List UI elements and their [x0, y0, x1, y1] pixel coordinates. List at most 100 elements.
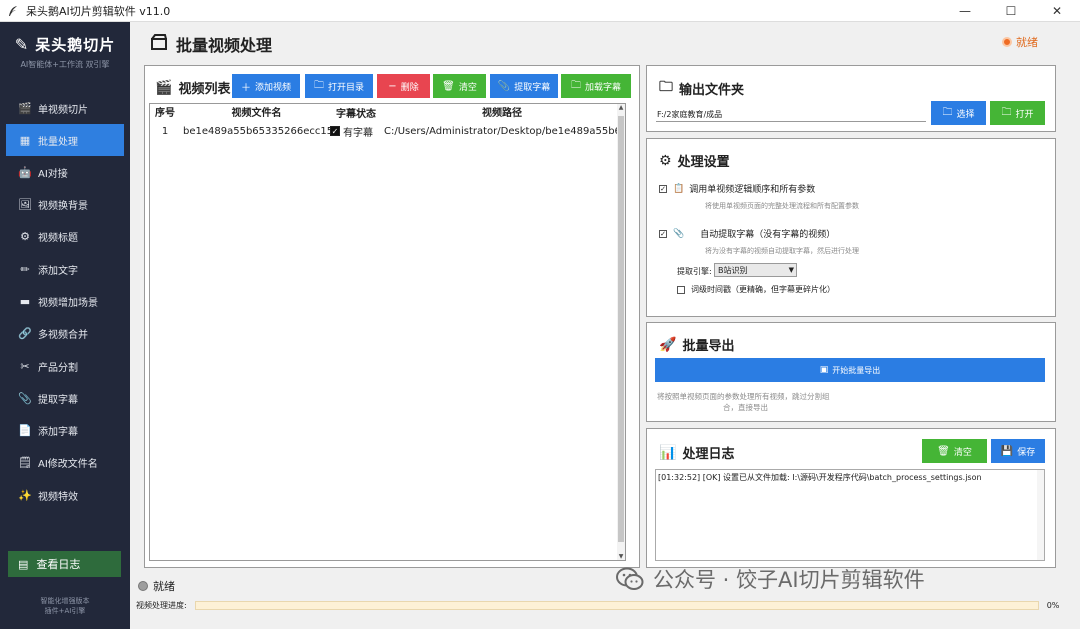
brand-logo: ✎ 呆头鹅切片 [15, 34, 115, 55]
sidebar-item-label: 视频换背景 [38, 201, 88, 213]
bottom-status: 就绪 [138, 578, 175, 594]
export-hint-line1: 将按照单视频页面的参数处理所有视频，跳过分割组 [657, 392, 830, 401]
brand: ✎ 呆头鹅切片 AI智能体+工作流 双引擎 [0, 34, 130, 70]
clapper-small-icon: 🎬 [155, 79, 173, 96]
robot-icon: 🤖 [18, 165, 32, 179]
page-title: 批量视频处理 [150, 32, 272, 56]
log-panel: 📊 处理日志 🗑 清空 💾 保存 [01:32:52] [OK] 设置已从文件加载:… [646, 428, 1056, 568]
log-title-text: 处理日志 [682, 447, 735, 462]
plus-icon: ＋ [240, 82, 251, 94]
export-hint-line2: 合，直接导出 [723, 403, 768, 412]
maximize-button[interactable]: ☐ [988, 0, 1034, 22]
log-output[interactable]: [01:32:52] [OK] 设置已从文件加载: I:\源码\开发程序代码\b… [655, 469, 1045, 561]
option-word-timestamp[interactable]: 词级时间戳（更精确，但字幕更碎片化） [677, 284, 835, 295]
add-video-button[interactable]: ＋添加视频 [232, 74, 300, 98]
scroll-up-icon[interactable]: ▲ [617, 104, 625, 111]
close-button[interactable]: ✕ [1034, 0, 1080, 22]
export-title-text: 批量导出 [682, 339, 735, 354]
view-log-button[interactable]: ▤ 查看日志 [8, 551, 121, 577]
sidebar-item-12[interactable]: ✨ 视频特效 [0, 479, 130, 511]
sidebar-item-7[interactable]: 🔗 多视频合并 [0, 318, 130, 350]
option-auto-extract-label: 自动提取字幕（没有字幕的视频） [700, 230, 836, 240]
progress-bar [194, 601, 1039, 610]
sidebar-item-label: 添加字幕 [38, 427, 78, 439]
attach-icon: 📎 [18, 391, 32, 405]
progress-row: 视频处理进度: 0% [136, 600, 1066, 611]
trash-icon: 🗑 [442, 80, 455, 92]
watermark: 公众号 · 饺子AI切片剪辑软件 [615, 564, 925, 594]
extract-subtitle-label: 提取字幕 [514, 82, 551, 93]
col-subtitle-status: 字幕状态 [336, 108, 376, 120]
checkbox-auto-extract[interactable]: ✓ [659, 229, 667, 238]
log-scrollbar[interactable] [1037, 470, 1044, 560]
output-folder-title: 🗀 输出文件夹 [659, 76, 744, 100]
pen-icon: ✏ [20, 262, 30, 276]
scissors-icon: ✂ [20, 359, 30, 373]
sidebar-item-1[interactable]: ▦ 批量处理 [6, 124, 124, 157]
sidebar-item-10[interactable]: 📄 添加字幕 [0, 415, 130, 447]
select-folder-label: 选择 [956, 109, 975, 120]
export-title: 🚀 批量导出 [659, 335, 735, 355]
save-log-button[interactable]: 💾 保存 [991, 439, 1045, 463]
sidebar-footer-line1: 智能化增强版本 [40, 597, 90, 605]
settings-panel: ⚙ 处理设置 ✓ 📋 调用单视频逻辑顺序和所有参数 将使用单视频页面的完整处理流… [646, 138, 1056, 317]
checkbox-word-timestamp[interactable] [677, 285, 685, 294]
video-list-panel: 🎬 视频列表 ＋添加视频 🗀 打开目录 − 删除 🗑 清空 📎 提取字幕 🗀 加载字幕 序… [144, 65, 640, 568]
window-controls: — ☐ ✕ [942, 0, 1080, 22]
option-use-single-logic[interactable]: ✓ 📋 调用单视频逻辑顺序和所有参数 [659, 182, 815, 195]
option-use-single-logic-label: 调用单视频逻辑顺序和所有参数 [689, 185, 816, 195]
rocket-icon: 🚀 [659, 336, 677, 353]
extract-subtitle-button[interactable]: 📎 提取字幕 [490, 74, 558, 98]
option-use-single-logic-hint: 将使用单视频页面的完整处理流程和所有配置参数 [705, 202, 859, 210]
sidebar-item-label: 视频特效 [38, 491, 78, 503]
open-directory-label: 打开目录 [327, 82, 364, 93]
status-text: 就绪 [1016, 36, 1038, 49]
scroll-down-icon[interactable]: ▼ [617, 553, 625, 560]
clear-log-button[interactable]: 🗑 清空 [922, 439, 987, 463]
sidebar-footer-line2: 插件+AI引擎 [44, 607, 86, 615]
option-auto-extract[interactable]: ✓ 📎 自动提取字幕（没有字幕的视频） [659, 227, 835, 240]
row-index: 1 [161, 125, 169, 137]
sidebar-item-5[interactable]: ✏ 添加文字 [0, 253, 130, 285]
sidebar-item-2[interactable]: 🤖 AI对接 [0, 156, 130, 188]
sidebar-item-3[interactable]: 🖼 视频换背景 [0, 189, 130, 221]
video-table-header: 序号 视频文件名 字幕状态 视频路径 [150, 104, 620, 120]
delete-button[interactable]: − 删除 [377, 74, 430, 98]
table-row[interactable]: 1 be1e489a55b65335266ecc15f ✓ 有字幕 C:/Use… [150, 122, 620, 140]
option-auto-extract-hint: 将为没有字幕的视频自动提取字幕，然后进行处理 [705, 247, 859, 255]
settings-title-text: 处理设置 [677, 155, 730, 170]
window-title: 呆头鹅AI切片剪辑软件 v11.0 [26, 4, 171, 18]
checkbox-use-single-logic[interactable]: ✓ [659, 184, 667, 193]
gear-icon: ⚙ [20, 230, 30, 244]
sidebar-item-9[interactable]: 📎 提取字幕 [0, 382, 130, 414]
clear-list-button[interactable]: 🗑 清空 [433, 74, 486, 98]
output-path-input[interactable] [656, 107, 926, 122]
sidebar-item-label: 提取字幕 [38, 394, 78, 406]
open-directory-button[interactable]: 🗀 打开目录 [305, 74, 373, 98]
trash-log-icon: 🗑 [937, 445, 950, 457]
sidebar-item-8[interactable]: ✂ 产品分割 [0, 350, 130, 382]
folder-open-icon: 🗀 [570, 79, 581, 91]
sidebar-item-4[interactable]: ⚙ 视频标题 [0, 221, 130, 253]
video-list-title: 🎬 视频列表 [155, 78, 230, 98]
engine-select[interactable]: B站识别 ▼ [714, 263, 797, 277]
sidebar-item-6[interactable]: ▬ 视频增加场景 [0, 285, 130, 317]
progress-value: 0% [1046, 601, 1060, 610]
video-table-scrollbar[interactable]: ▲ ▼ [617, 104, 625, 560]
load-subtitle-button[interactable]: 🗀 加载字幕 [561, 74, 631, 98]
main-area: 批量视频处理 就绪 🎬 视频列表 ＋添加视频 🗀 打开目录 − 删除 🗑 清空 📎 提取… [130, 22, 1080, 629]
sidebar-item-11[interactable]: 🗒 AI修改文件名 [0, 447, 130, 479]
clear-list-label: 清空 [458, 82, 477, 93]
sidebar-item-label: 单视频切片 [38, 104, 88, 116]
delete-label: 删除 [400, 82, 419, 93]
title-bar: 呆头鹅AI切片剪辑软件 v11.0 — ☐ ✕ [0, 0, 1080, 22]
start-batch-export-button[interactable]: ▣ 开始批量导出 [655, 358, 1045, 382]
sidebar-item-0[interactable]: 🎬 单视频切片 [0, 92, 130, 124]
scroll-thumb[interactable] [618, 116, 624, 542]
engine-selected-value: B站识别 [718, 265, 748, 275]
open-folder-button[interactable]: 🗀 打开 [990, 101, 1045, 125]
clapper-icon [150, 33, 168, 56]
minimize-button[interactable]: — [942, 0, 988, 22]
subtitle-checkbox[interactable]: ✓ [330, 126, 340, 136]
select-folder-button[interactable]: 🗀 选择 [931, 101, 986, 125]
